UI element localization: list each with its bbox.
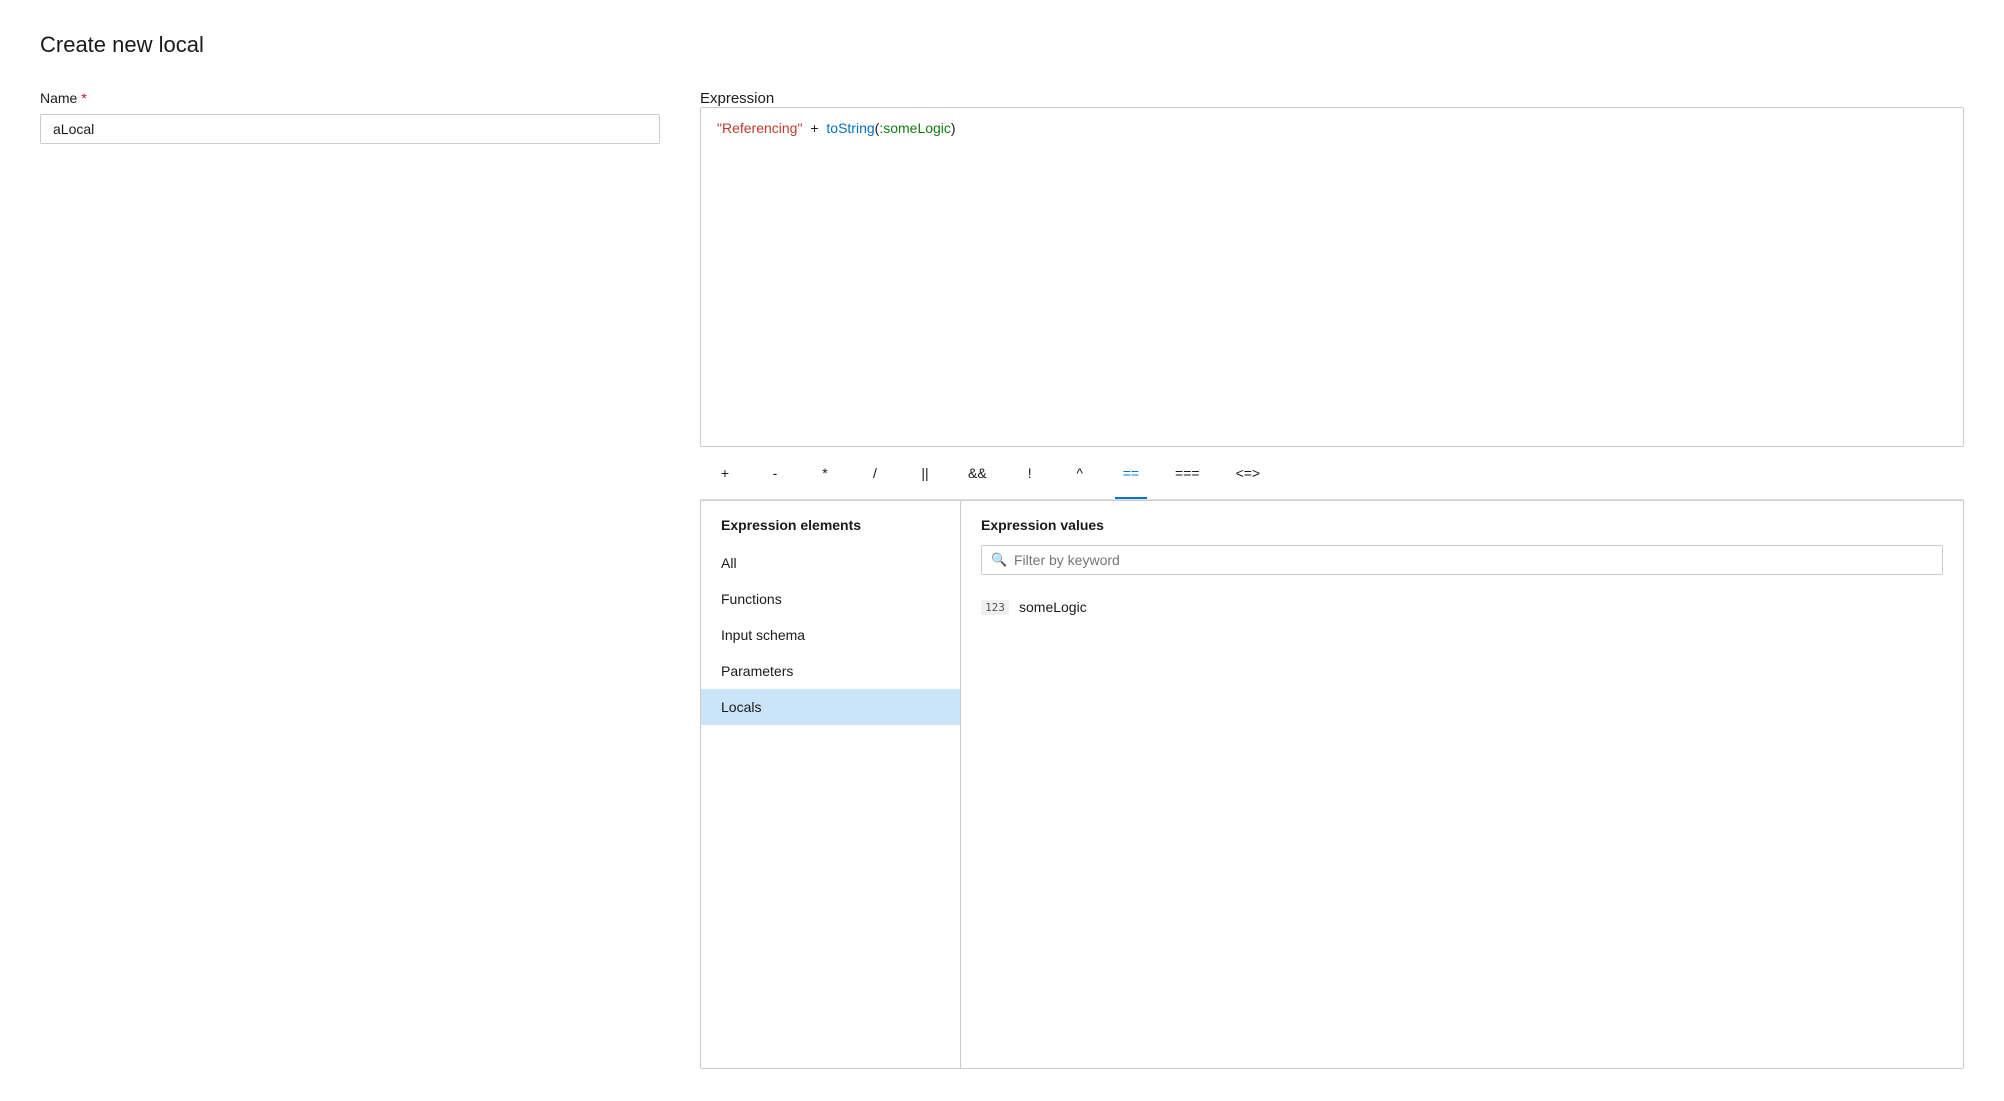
bottom-panels: Expression elements All Functions Input … [700, 500, 1964, 1069]
expr-close-paren: ) [951, 120, 956, 136]
right-panel: Expression "Referencing" + toString(:som… [700, 90, 1964, 1069]
expr-string: "Referencing" [717, 120, 802, 136]
expression-code: "Referencing" + toString(:someLogic) [717, 120, 956, 136]
op-strict-equals[interactable]: === [1157, 459, 1218, 487]
expression-label: Expression [700, 90, 1964, 107]
expression-elements-panel: Expression elements All Functions Input … [701, 501, 961, 1068]
value-name: someLogic [1019, 599, 1087, 615]
page-container: Create new local Name * Expression "Refe… [0, 0, 2004, 1101]
value-item-somelogic[interactable]: 123 someLogic [981, 591, 1943, 623]
op-plus[interactable]: + [700, 459, 750, 487]
filter-input-wrapper: 🔍 [981, 545, 1943, 575]
search-icon: 🔍 [991, 552, 1007, 568]
element-locals[interactable]: Locals [701, 689, 960, 725]
element-parameters[interactable]: Parameters [701, 653, 960, 689]
expr-function: toString [826, 120, 874, 136]
value-type-badge: 123 [981, 600, 1009, 615]
name-input[interactable] [40, 114, 660, 144]
required-star: * [81, 90, 86, 106]
expr-plus-operator: + [806, 120, 822, 136]
filter-input[interactable] [981, 545, 1943, 575]
main-layout: Name * Expression "Referencing" + toStri… [40, 90, 1964, 1069]
expression-values-panel: Expression values 🔍 123 someLogic [961, 501, 1963, 1068]
operator-bar: + - * / || && ! ^ == === <=> [700, 447, 1964, 500]
expr-param: :someLogic [879, 120, 951, 136]
op-multiply[interactable]: * [800, 459, 850, 487]
left-panel: Name * [40, 90, 660, 1069]
op-minus[interactable]: - [750, 459, 800, 487]
op-not[interactable]: ! [1005, 459, 1055, 487]
element-all[interactable]: All [701, 545, 960, 581]
element-functions[interactable]: Functions [701, 581, 960, 617]
expression-editor[interactable]: "Referencing" + toString(:someLogic) [700, 107, 1964, 447]
op-or[interactable]: || [900, 459, 950, 487]
element-input-schema[interactable]: Input schema [701, 617, 960, 653]
elements-title: Expression elements [701, 517, 960, 545]
name-field-label: Name * [40, 90, 660, 106]
op-divide[interactable]: / [850, 459, 900, 487]
page-title: Create new local [40, 32, 1964, 58]
op-and[interactable]: && [950, 459, 1005, 487]
values-title: Expression values [981, 517, 1943, 533]
op-compare[interactable]: <=> [1218, 459, 1279, 487]
op-caret[interactable]: ^ [1055, 459, 1105, 487]
op-equals[interactable]: == [1105, 459, 1157, 487]
